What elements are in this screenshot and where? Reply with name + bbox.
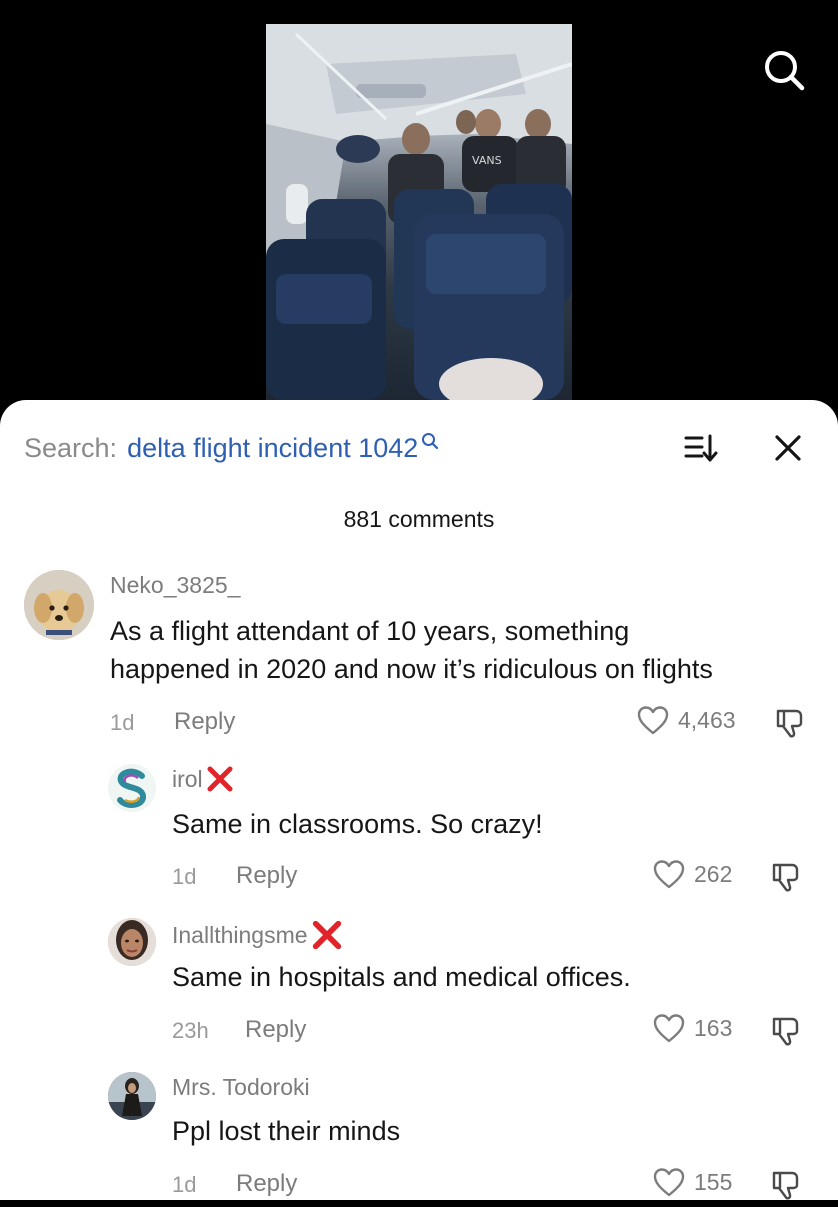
comment-text: As a flight attendant of 10 years, somet… xyxy=(110,612,830,688)
comment-text: Same in hospitals and medical offices. xyxy=(172,962,631,992)
like-button[interactable]: 262 xyxy=(652,858,732,890)
avatar[interactable] xyxy=(24,570,94,640)
reply-button[interactable]: Reply xyxy=(236,1170,297,1198)
heart-icon xyxy=(653,1014,685,1043)
avatar[interactable] xyxy=(108,1072,156,1120)
thumbs-down-icon xyxy=(772,1017,799,1046)
comment-username[interactable]: Inallthingsme xyxy=(172,922,308,949)
heart-icon xyxy=(653,860,685,889)
swirl-s-avatar-icon xyxy=(108,764,156,812)
search-icon xyxy=(765,51,805,91)
search-button[interactable] xyxy=(758,44,810,96)
small-search-icon xyxy=(422,433,439,450)
reply-button[interactable]: Reply xyxy=(245,1016,306,1044)
thumbs-down-icon xyxy=(776,709,803,738)
red-x-icon xyxy=(312,920,341,950)
comment-text: Ppl lost their minds xyxy=(172,1116,401,1146)
sort-button[interactable] xyxy=(680,428,720,468)
like-count: 163 xyxy=(694,1014,733,1041)
related-search-link[interactable]: Search: delta flight incident 1042 xyxy=(24,428,439,468)
dislike-button[interactable] xyxy=(770,1168,804,1202)
comment-text: Same in classrooms. So crazy! xyxy=(172,809,543,839)
comment-username-row: Inallthingsme xyxy=(172,918,344,952)
search-label: Search: xyxy=(24,433,118,463)
svg-text:VANS: VANS xyxy=(472,154,502,167)
comment-time: 23h xyxy=(172,1018,209,1043)
comment-username[interactable]: irol xyxy=(172,766,203,793)
avatar[interactable] xyxy=(108,918,156,966)
comment-time: 1d xyxy=(172,1172,197,1197)
comment-time: 1d xyxy=(172,864,197,889)
comment-count: 881 comments xyxy=(343,506,495,532)
like-count: 155 xyxy=(694,1168,733,1195)
like-count: 4,463 xyxy=(678,706,736,733)
sort-icon xyxy=(684,434,718,462)
avatar[interactable] xyxy=(108,764,156,812)
dislike-button[interactable] xyxy=(770,1014,804,1048)
video-thumbnail[interactable]: VANS xyxy=(266,24,572,400)
thumbs-down-icon xyxy=(772,1171,799,1200)
red-x-icon xyxy=(207,766,233,792)
reply-button[interactable]: Reply xyxy=(236,862,297,890)
portrait-avatar-icon xyxy=(108,918,156,966)
like-count: 262 xyxy=(694,860,733,887)
comment-username-row: irol xyxy=(172,764,235,794)
comment-username[interactable]: Mrs. Todoroki xyxy=(172,1074,310,1101)
heart-icon xyxy=(637,706,669,735)
figure-avatar-icon xyxy=(108,1072,156,1120)
reply-button[interactable]: Reply xyxy=(174,708,235,736)
like-button[interactable]: 163 xyxy=(652,1012,732,1044)
airplane-cabin-image: VANS xyxy=(266,24,572,400)
puppy-avatar-icon xyxy=(24,570,94,640)
heart-icon xyxy=(653,1168,685,1197)
close-button[interactable] xyxy=(768,428,808,468)
dislike-button[interactable] xyxy=(770,860,804,894)
video-player[interactable]: VANS xyxy=(0,0,838,420)
comment-username[interactable]: Neko_3825_ xyxy=(110,572,240,599)
search-query[interactable]: delta flight incident 1042 xyxy=(127,428,418,468)
comment-time: 1d xyxy=(110,710,135,735)
dislike-button[interactable] xyxy=(774,706,808,740)
thumbs-down-icon xyxy=(772,863,799,892)
like-button[interactable]: 155 xyxy=(652,1166,732,1198)
comments-sheet: Search: delta flight incident 1042 881 c… xyxy=(0,400,838,1200)
close-icon xyxy=(775,435,801,461)
comment-text-line: happened in 2020 and now it’s ridiculous… xyxy=(110,654,713,684)
like-button[interactable]: 4,463 xyxy=(636,704,736,736)
comment-text-line: As a flight attendant of 10 years, somet… xyxy=(110,616,630,646)
